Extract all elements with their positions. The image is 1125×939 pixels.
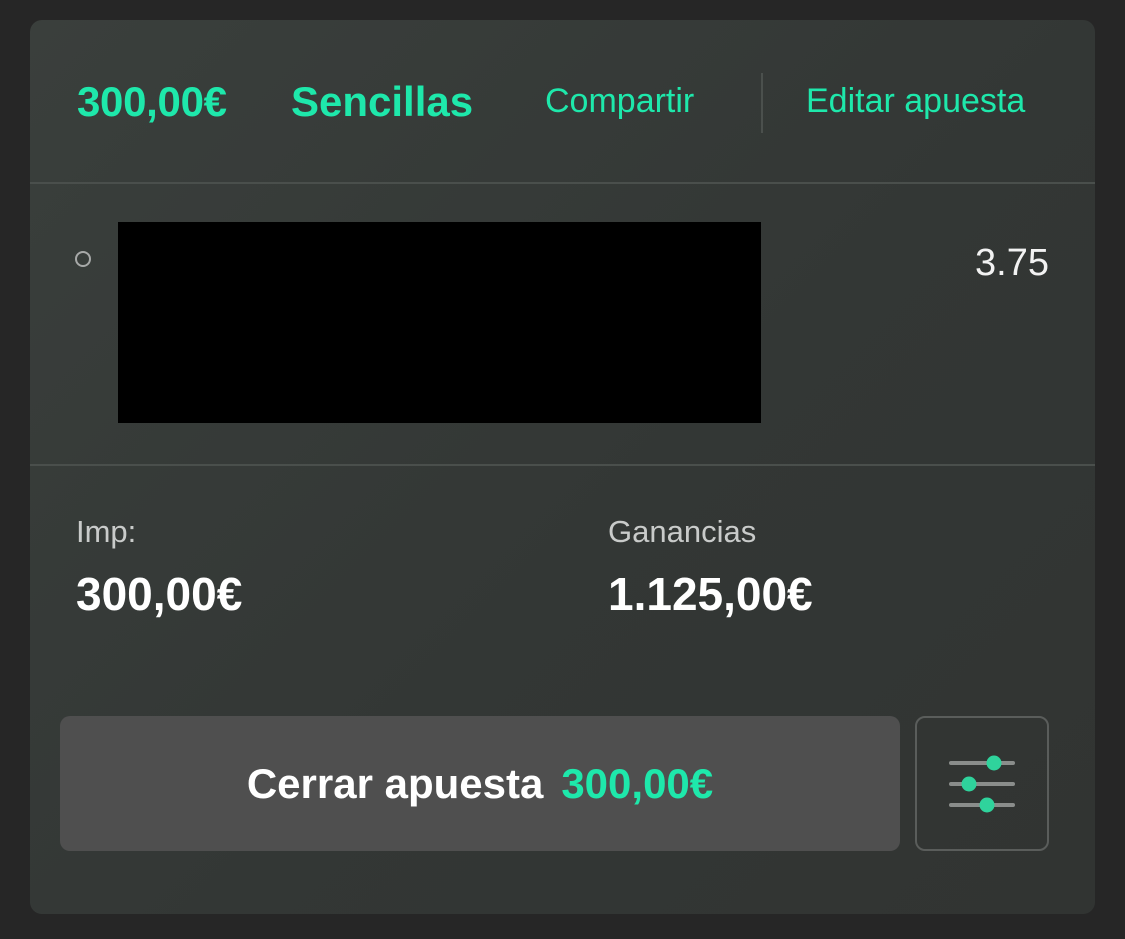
- bet-header: 300,00€ Sencillas Compartir Editar apues…: [30, 20, 1095, 182]
- stake-value: 300,00€: [76, 568, 243, 620]
- winnings-label: Ganancias: [608, 514, 757, 549]
- cashout-amount: 300,00€: [561, 759, 714, 807]
- header-divider: [761, 73, 763, 133]
- cashout-settings-button[interactable]: [915, 716, 1049, 851]
- sliders-icon: [949, 755, 1015, 812]
- selection-status-icon: [75, 251, 91, 267]
- selection-odds: 3.75: [975, 242, 1049, 284]
- share-link[interactable]: Compartir: [545, 82, 694, 121]
- cashout-button[interactable]: Cerrar apuesta 300,00€: [60, 716, 900, 851]
- stake-label: Imp:: [76, 514, 137, 549]
- cashout-label: Cerrar apuesta: [246, 759, 544, 807]
- redacted-selection-details: [118, 222, 761, 423]
- edit-bet-link[interactable]: Editar apuesta: [806, 82, 1025, 121]
- bet-total-amount: 300,00€: [77, 78, 227, 125]
- bet-type-label: Sencillas: [291, 78, 474, 125]
- divider-middle: [30, 464, 1095, 466]
- divider-top: [30, 182, 1095, 184]
- winnings-value: 1.125,00€: [608, 568, 813, 620]
- bet-card: 300,00€ Sencillas Compartir Editar apues…: [30, 20, 1095, 914]
